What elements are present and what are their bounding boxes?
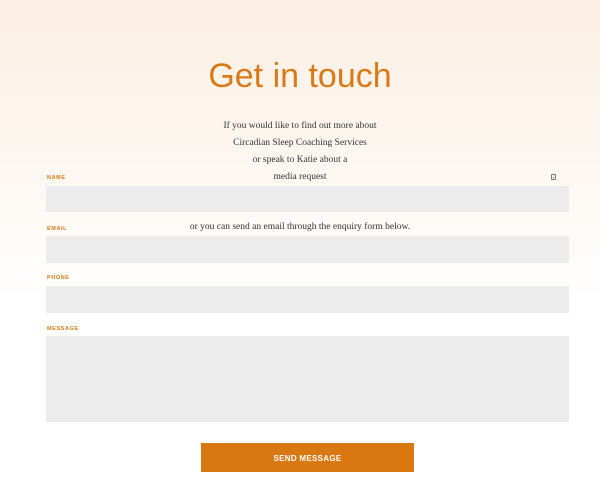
page-title: Get in touch: [208, 57, 392, 95]
send-message-button[interactable]: SEND MESSAGE: [201, 443, 414, 472]
intro-line-3: or speak to Katie about a: [252, 155, 348, 165]
message-field[interactable]: [46, 336, 569, 422]
message-label: MESSAGE: [47, 326, 79, 332]
phone-label: PHONE: [47, 275, 70, 281]
services-link[interactable]: Circadian Sleep Coaching Services: [0, 135, 600, 152]
phone-field[interactable]: [46, 286, 569, 313]
intro-line-5: or you can send an email through the enq…: [189, 222, 411, 232]
obscured-phone-text: [274, 209, 326, 215]
intro-line-1: If you would like to find out more about: [223, 121, 377, 131]
media-request-link[interactable]: media request: [0, 169, 600, 186]
email-field[interactable]: [46, 236, 569, 263]
